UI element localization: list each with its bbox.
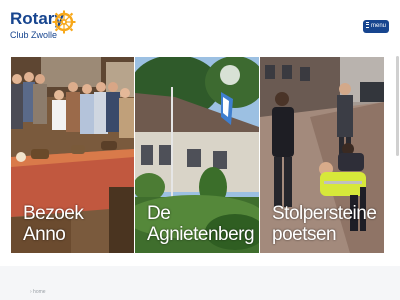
tile-de-agnietenberg[interactable]: De Agnietenberg [135, 57, 259, 253]
caption-line-2: Agnietenberg [147, 224, 255, 245]
tile-stolpersteine-poetsen[interactable]: Stolpersteine poetsen [260, 57, 384, 253]
scrollbar[interactable] [396, 56, 399, 156]
caption-line-2: Anno [23, 224, 66, 245]
caption-line-2: poetsen [272, 224, 337, 245]
tile-bezoek-anno[interactable]: Bezoek Anno [11, 57, 134, 253]
tile-caption: Bezoek Anno [23, 203, 134, 245]
caption-line-1: Stolpersteine [272, 203, 377, 224]
breadcrumb[interactable]: › home [30, 289, 46, 295]
tile-caption: De Agnietenberg [147, 203, 259, 245]
tile-caption: Stolpersteine poetsen [272, 203, 384, 245]
menu-button[interactable]: menu [363, 20, 389, 33]
menu-label: menu [370, 23, 386, 29]
caption-line-1: De [147, 203, 171, 224]
hamburger-icon [365, 22, 369, 29]
caption-line-1: Bezoek [23, 203, 84, 224]
rotary-wheel-icon [52, 10, 76, 34]
content-section [0, 266, 400, 300]
